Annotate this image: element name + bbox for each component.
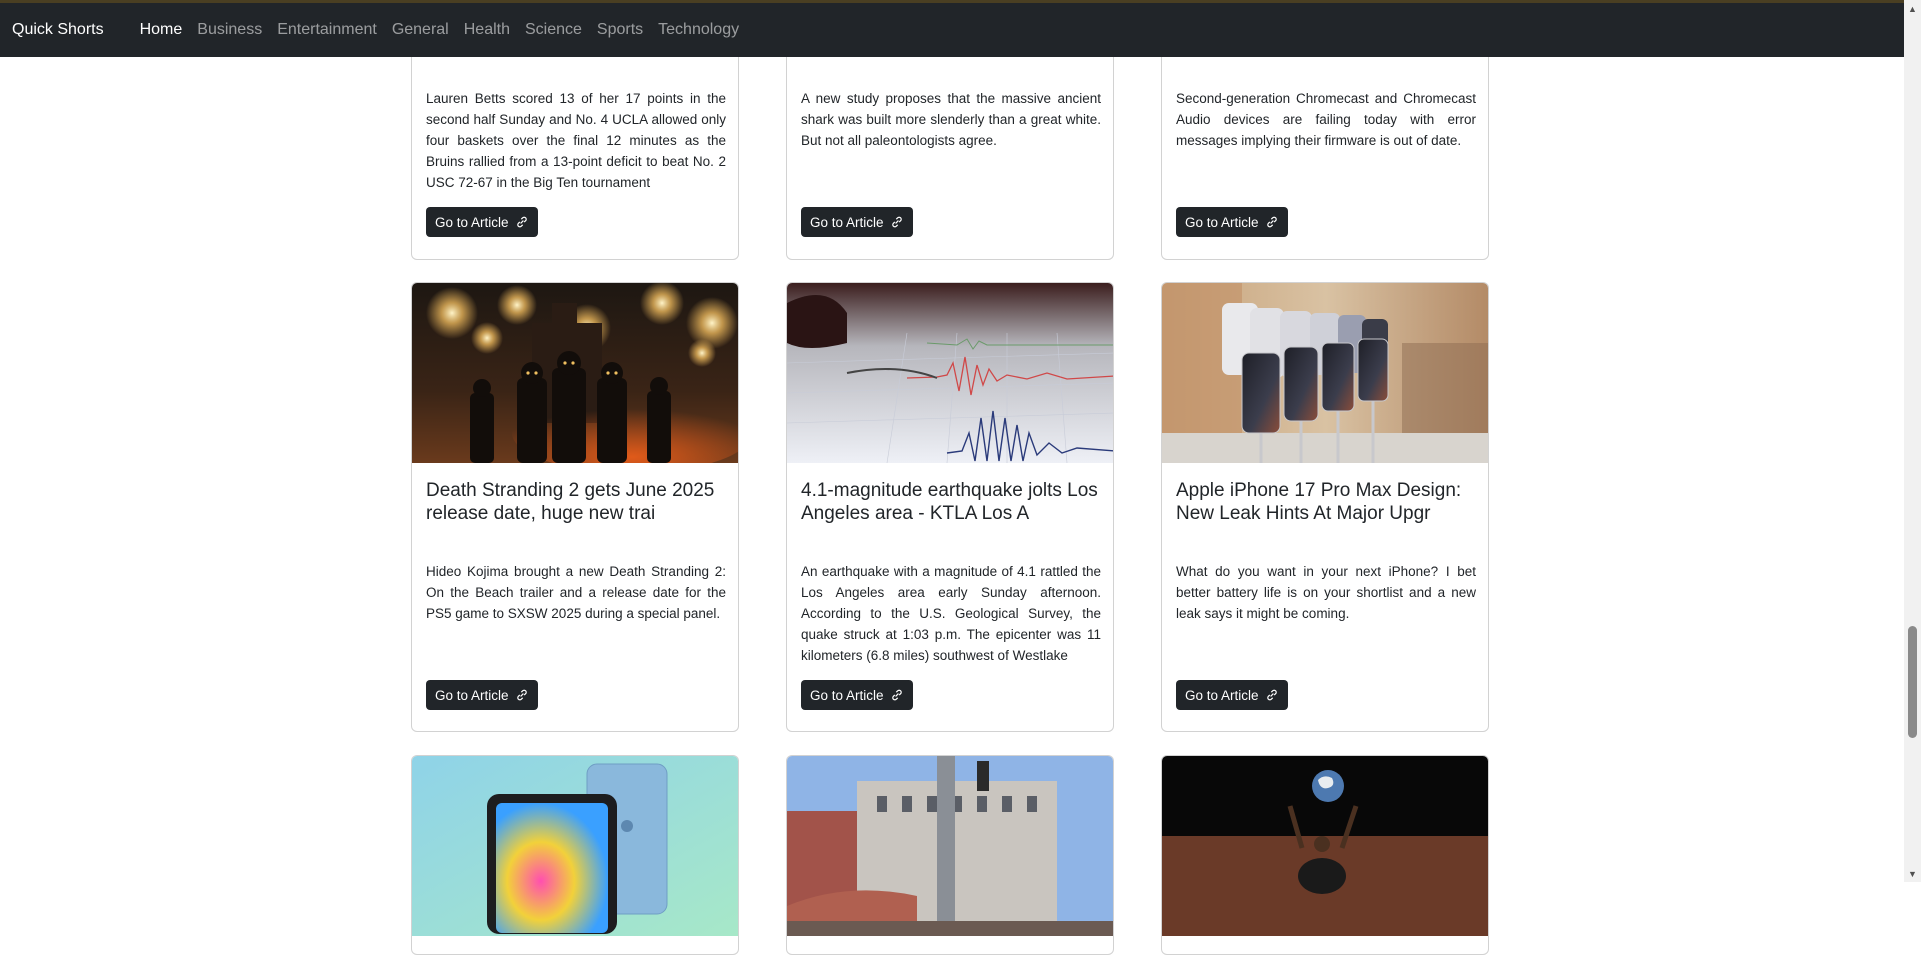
button-label: Go to Article	[1185, 214, 1259, 230]
nav-link-health[interactable]: Health	[464, 21, 510, 39]
button-label: Go to Article	[810, 214, 884, 230]
go-to-article-button[interactable]: Go to Article	[426, 207, 538, 237]
card-description: Hideo Kojima brought a new Death Strandi…	[426, 564, 726, 621]
seismograph-image	[787, 283, 1113, 463]
nav-link-technology[interactable]: Technology	[658, 21, 739, 39]
fireworks-soldiers-image	[412, 283, 738, 463]
link-icon	[890, 215, 904, 229]
go-to-article-button[interactable]: Go to Article	[1176, 680, 1288, 710]
nav-link-home[interactable]: Home	[140, 21, 183, 39]
go-to-article-button[interactable]: Go to Article	[801, 207, 913, 237]
news-card: Apple iPhone 17 Pro Max Design: New Leak…	[1161, 282, 1489, 732]
brand-link[interactable]: Quick Shorts	[12, 21, 104, 39]
link-icon	[890, 688, 904, 702]
moon-earth-person-image	[1162, 756, 1488, 936]
card-image[interactable]	[1162, 756, 1488, 936]
link-icon	[515, 215, 529, 229]
go-to-article-button[interactable]: Go to Article	[426, 680, 538, 710]
news-card: Death Stranding 2 gets June 2025 release…	[411, 282, 739, 732]
button-label: Go to Article	[435, 214, 509, 230]
navbar: Quick Shorts Home Business Entertainment…	[0, 3, 1904, 57]
nav-link-general[interactable]: General	[392, 21, 449, 39]
card-image[interactable]	[412, 756, 738, 936]
triangle-up-icon[interactable]: ▲	[1904, 0, 1921, 17]
government-building-image	[787, 756, 1113, 936]
button-label: Go to Article	[1185, 687, 1259, 703]
card-description: What do you want in your next iPhone? I …	[1176, 564, 1476, 621]
scrollbar-thumb[interactable]	[1908, 626, 1917, 738]
card-description: An earthquake with a magnitude of 4.1 ra…	[801, 564, 1101, 663]
card-image[interactable]	[412, 283, 738, 463]
news-card	[1161, 755, 1489, 955]
vertical-scrollbar[interactable]: ▲ ▼	[1904, 0, 1921, 882]
nav-link-sports[interactable]: Sports	[597, 21, 643, 39]
button-label: Go to Article	[435, 687, 509, 703]
news-card	[411, 755, 739, 955]
card-image[interactable]	[787, 283, 1113, 463]
card-title[interactable]: 4.1-magnitude earthquake jolts Los Angel…	[801, 479, 1101, 525]
card-title[interactable]: Death Stranding 2 gets June 2025 release…	[426, 479, 726, 525]
link-icon	[1265, 688, 1279, 702]
button-label: Go to Article	[810, 687, 884, 703]
news-grid: Lauren Betts scored 13 of her 17 points …	[0, 0, 1904, 955]
nav-link-business[interactable]: Business	[197, 21, 262, 39]
link-icon	[1265, 215, 1279, 229]
news-card: 4.1-magnitude earthquake jolts Los Angel…	[786, 282, 1114, 732]
ipad-image	[412, 756, 738, 936]
link-icon	[515, 688, 529, 702]
go-to-article-button[interactable]: Go to Article	[1176, 207, 1288, 237]
card-title[interactable]: Apple iPhone 17 Pro Max Design: New Leak…	[1176, 479, 1476, 525]
card-description: A new study proposes that the massive an…	[801, 91, 1101, 148]
nav-link-science[interactable]: Science	[525, 21, 582, 39]
card-description: Second-generation Chromecast and Chromec…	[1176, 91, 1476, 148]
news-card	[786, 755, 1114, 955]
card-description: Lauren Betts scored 13 of her 17 points …	[426, 91, 726, 190]
nav-link-entertainment[interactable]: Entertainment	[277, 21, 377, 39]
triangle-down-icon[interactable]: ▼	[1904, 865, 1921, 882]
go-to-article-button[interactable]: Go to Article	[801, 680, 913, 710]
card-image[interactable]	[787, 756, 1113, 936]
card-image[interactable]	[1162, 283, 1488, 463]
iphones-display-image	[1162, 283, 1488, 463]
